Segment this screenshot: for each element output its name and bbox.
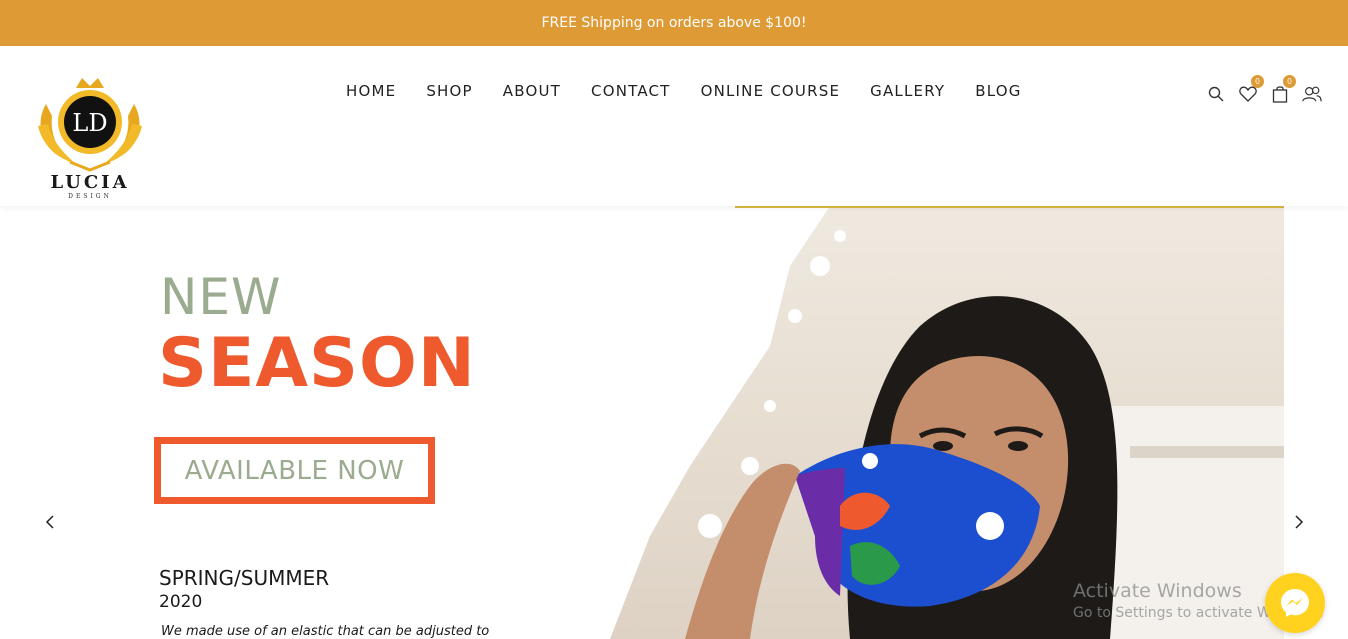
- chevron-left-icon: [45, 515, 54, 529]
- users-icon: [1302, 86, 1322, 102]
- wishlist-count-badge: 0: [1251, 75, 1264, 88]
- chevron-right-icon: [1295, 515, 1304, 529]
- collection-title: SPRING/SUMMER: [159, 566, 330, 590]
- site-header: LD LUCIA DESIGN HOME SHOP ABOUT CONTACT …: [0, 46, 1348, 206]
- hero-photo-border: [735, 206, 1284, 208]
- nav-home[interactable]: HOME: [346, 82, 396, 100]
- account-button[interactable]: [1302, 84, 1322, 104]
- search-icon: [1208, 86, 1224, 102]
- slider-prev-button[interactable]: [40, 512, 60, 532]
- bag-icon: [1272, 86, 1288, 103]
- messenger-chat-button[interactable]: [1265, 573, 1325, 633]
- windows-watermark-title: Activate Windows: [1073, 580, 1242, 602]
- messenger-icon: [1281, 589, 1309, 617]
- hero-description: We made use of an elastic that can be ad…: [161, 624, 490, 639]
- cart-button[interactable]: 0: [1270, 75, 1296, 104]
- announcement-bar: FREE Shipping on orders above $100!: [0, 0, 1348, 46]
- available-now-label: AVAILABLE NOW: [184, 455, 405, 486]
- cart-count-badge: 0: [1283, 75, 1296, 88]
- nav-gallery[interactable]: GALLERY: [870, 82, 945, 100]
- announcement-text: FREE Shipping on orders above $100!: [541, 15, 807, 31]
- logo[interactable]: LD LUCIA DESIGN: [30, 74, 150, 202]
- hero-headline-season: SEASON: [158, 324, 476, 403]
- main-nav: HOME SHOP ABOUT CONTACT ONLINE COURSE GA…: [346, 82, 1052, 100]
- collection-year: 2020: [159, 592, 203, 612]
- header-icons: 0 0: [1206, 75, 1322, 104]
- brand-name: LUCIA: [50, 172, 130, 193]
- hero-headline-new: NEW: [160, 268, 282, 326]
- slider-next-button[interactable]: [1289, 512, 1309, 532]
- heart-icon: [1239, 86, 1257, 102]
- crest-icon: LD: [38, 78, 142, 172]
- available-now-badge[interactable]: AVAILABLE NOW: [154, 437, 435, 504]
- nav-about[interactable]: ABOUT: [503, 82, 561, 100]
- wishlist-button[interactable]: 0: [1238, 75, 1264, 104]
- hero-slider: NEW SEASON AVAILABLE NOW SPRING/SUMMER 2…: [0, 206, 1348, 639]
- nav-shop[interactable]: SHOP: [426, 82, 472, 100]
- svg-text:LD: LD: [72, 109, 107, 137]
- hero-photo: [590, 206, 1284, 639]
- nav-online-course[interactable]: ONLINE COURSE: [701, 82, 841, 100]
- nav-blog[interactable]: BLOG: [975, 82, 1021, 100]
- hero-illustration: [590, 206, 1284, 639]
- search-button[interactable]: [1206, 84, 1226, 104]
- brand-tagline: DESIGN: [68, 193, 112, 200]
- nav-contact[interactable]: CONTACT: [591, 82, 671, 100]
